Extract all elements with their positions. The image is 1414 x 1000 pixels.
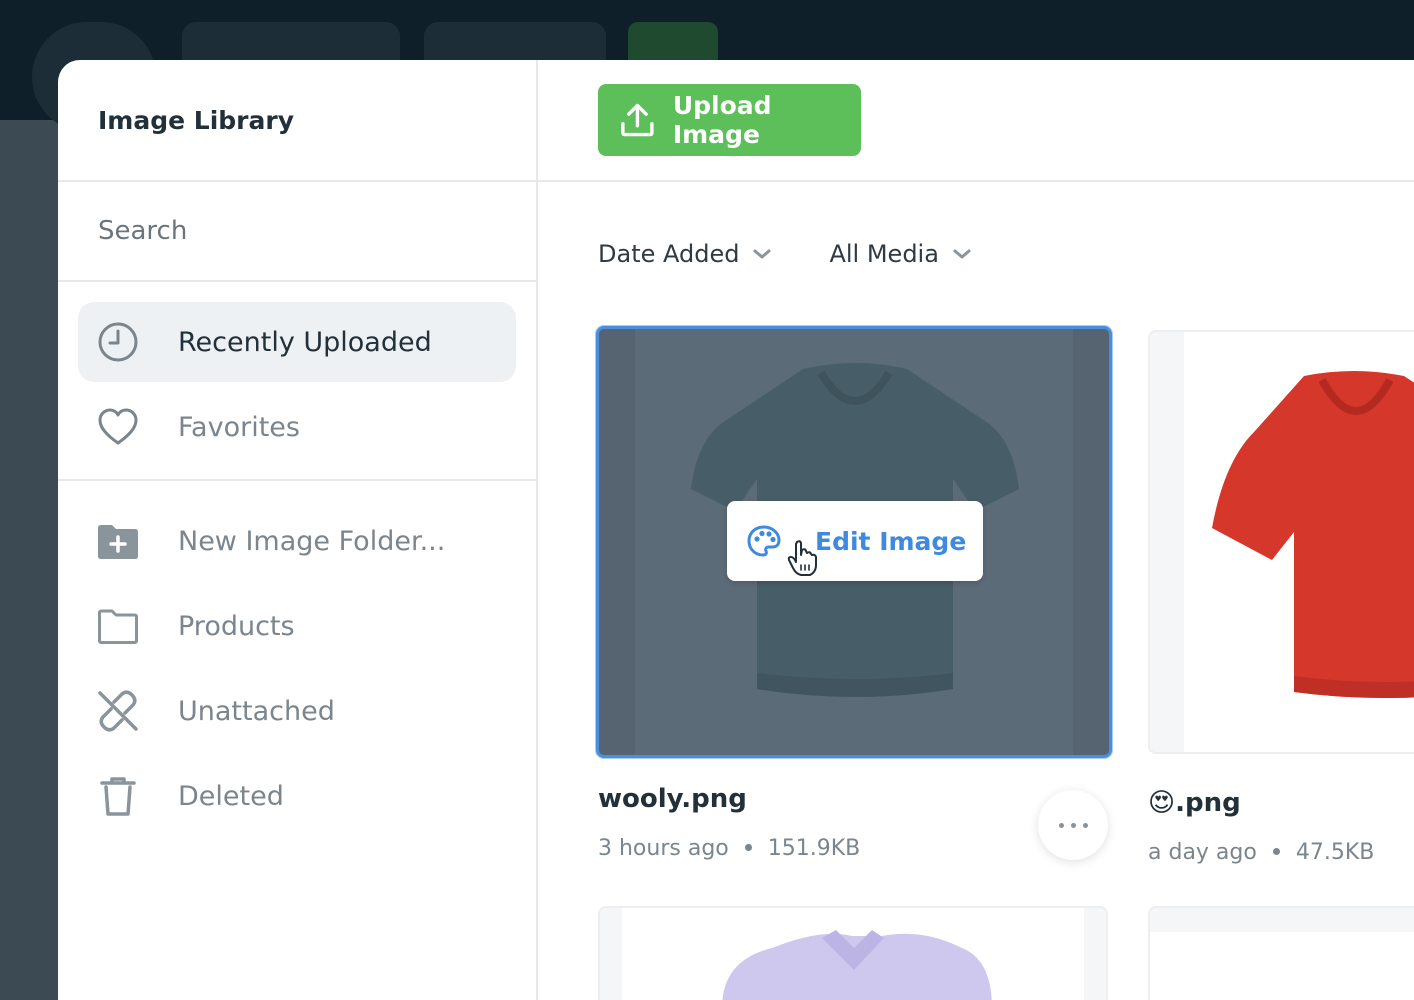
library-main: Upload Image Date Added All Media Edit I… <box>538 60 1414 1000</box>
search-input[interactable]: Search <box>58 182 536 282</box>
image-size: 47.5KB <box>1295 840 1375 865</box>
clock-icon <box>96 320 140 364</box>
folder-icon <box>96 604 140 648</box>
upload-image-button[interactable]: Upload Image <box>598 84 861 156</box>
upload-icon <box>621 103 654 137</box>
chevron-down-icon <box>953 249 971 259</box>
image-size: 151.9KB <box>767 836 861 861</box>
palette-icon <box>747 525 781 557</box>
folder-item-new[interactable]: New Image Folder... <box>78 501 516 581</box>
chevron-down-icon <box>753 249 771 259</box>
unlink-icon <box>96 689 140 733</box>
dot <box>1070 822 1076 828</box>
folder-plus-icon <box>96 519 140 563</box>
image-meta: a day ago 47.5KB <box>1148 840 1374 865</box>
tshirt-image <box>1212 371 1414 698</box>
more-options-button[interactable] <box>1038 790 1108 860</box>
library-title: Image Library <box>58 60 536 182</box>
image-card-thumbnail[interactable] <box>598 906 1108 1000</box>
nav-item-label: Recently Uploaded <box>178 326 432 358</box>
folder-item-label: Deleted <box>178 780 284 812</box>
upload-button-label: Upload Image <box>672 91 772 149</box>
image-card-thumbnail[interactable] <box>1148 906 1414 1000</box>
heart-icon <box>96 405 140 449</box>
pointer-cursor-icon <box>787 540 817 576</box>
image-name[interactable]: 😍.png <box>1148 788 1241 818</box>
folder-item-unattached[interactable]: Unattached <box>78 671 516 751</box>
image-card-thumbnail[interactable] <box>1148 330 1414 754</box>
folder-item-label: Unattached <box>178 695 335 727</box>
nav-item-favorites[interactable]: Favorites <box>78 387 516 467</box>
polo-shirt-image <box>722 930 992 1000</box>
trash-icon <box>96 774 140 818</box>
dot <box>1082 822 1088 828</box>
library-sidebar: Image Library Search Recently Uploaded F… <box>58 60 538 1000</box>
background-app-sidebar <box>0 120 58 1000</box>
image-card-thumbnail[interactable]: Edit Image <box>596 326 1112 758</box>
edit-image-button[interactable]: Edit Image <box>727 501 983 581</box>
folder-item-deleted[interactable]: Deleted <box>78 756 516 836</box>
library-toolbar: Upload Image <box>538 60 1414 182</box>
nav-item-recently-uploaded[interactable]: Recently Uploaded <box>78 302 516 382</box>
folder-item-label: Products <box>178 610 295 642</box>
image-time: 3 hours ago <box>598 836 729 861</box>
filter-bar: Date Added All Media <box>598 240 1029 268</box>
separator-dot <box>1272 847 1280 855</box>
media-type-dropdown[interactable]: All Media <box>829 240 971 268</box>
image-library-modal: Image Library Search Recently Uploaded F… <box>58 60 1414 1000</box>
image-time: a day ago <box>1148 840 1257 865</box>
image-preview <box>1184 332 1414 752</box>
folder-item-label: New Image Folder... <box>178 525 446 557</box>
sort-dropdown-label: Date Added <box>598 240 740 268</box>
sidebar-divider <box>58 479 536 481</box>
nav-item-label: Favorites <box>178 411 300 443</box>
image-name[interactable]: wooly.png <box>598 784 747 814</box>
edit-image-label: Edit Image <box>815 526 967 556</box>
library-nav: Recently Uploaded Favorites <box>58 282 536 467</box>
image-preview <box>1150 932 1414 1000</box>
folder-list: New Image Folder... Products Unattached … <box>58 501 536 836</box>
sort-dropdown[interactable]: Date Added <box>598 240 771 268</box>
separator-dot <box>744 843 752 851</box>
image-meta: 3 hours ago 151.9KB <box>598 836 860 861</box>
folder-item-products[interactable]: Products <box>78 586 516 666</box>
dot <box>1058 822 1064 828</box>
media-type-dropdown-label: All Media <box>829 240 939 268</box>
image-preview <box>622 908 1084 1000</box>
